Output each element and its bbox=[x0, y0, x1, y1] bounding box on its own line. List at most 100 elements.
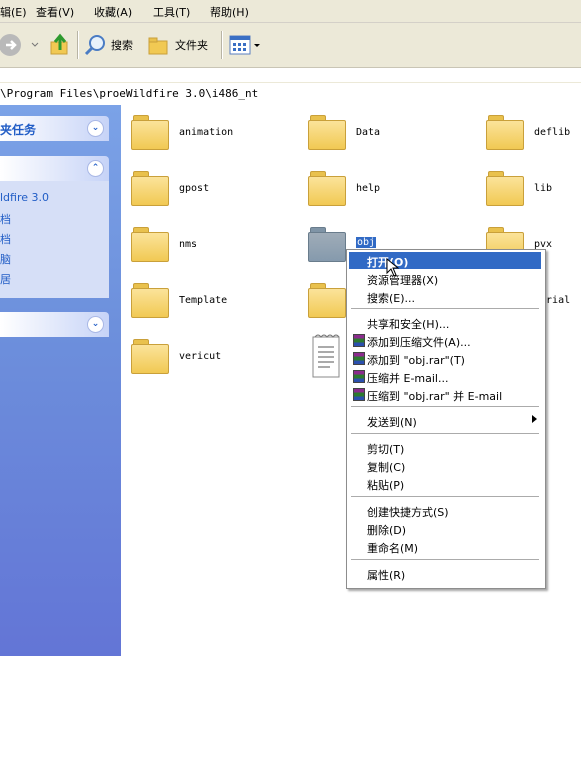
folder-icon bbox=[131, 227, 169, 262]
folder-name: help bbox=[356, 183, 381, 194]
folder-name: Data bbox=[356, 127, 381, 138]
folder-icon bbox=[131, 283, 169, 318]
place-link[interactable]: 档 bbox=[0, 231, 11, 247]
menu-item-search[interactable]: 搜索(E)... bbox=[349, 288, 541, 305]
menu-item-label: 复制(C) bbox=[367, 461, 406, 474]
menu-item-label: 共享和安全(H)... bbox=[367, 318, 450, 331]
folder-item[interactable]: gpost bbox=[131, 171, 271, 217]
menu-item-label: 资源管理器(X) bbox=[367, 274, 439, 287]
up-folder-button[interactable] bbox=[49, 31, 71, 59]
search-icon bbox=[84, 35, 105, 56]
place-link[interactable]: 居 bbox=[0, 271, 11, 287]
menu-item-label: 添加到 "obj.rar"(T) bbox=[367, 354, 465, 367]
folder-icon bbox=[131, 339, 169, 374]
folder-item[interactable]: Template bbox=[131, 283, 271, 329]
address-bar[interactable]: \Program Files\proeWildfire 3.0\i486_nt bbox=[0, 82, 581, 106]
search-label: 搜索 bbox=[111, 39, 133, 52]
menu-tools[interactable]: 工具(T) bbox=[153, 4, 190, 20]
menu-item-rename[interactable]: 重命名(M) bbox=[349, 538, 541, 555]
address-path: \Program Files\proeWildfire 3.0\i486_nt bbox=[0, 87, 259, 100]
folder-name: deflib bbox=[534, 127, 571, 138]
folder-name: Template bbox=[179, 295, 228, 306]
menu-item-add-to-obj-rar[interactable]: 添加到 "obj.rar"(T) bbox=[349, 350, 541, 367]
menu-item-copy[interactable]: 复制(C) bbox=[349, 457, 541, 474]
up-folder-icon bbox=[50, 33, 68, 55]
chevron-down-icon[interactable]: ⌄ bbox=[87, 316, 104, 333]
folder-item[interactable]: animation bbox=[131, 115, 271, 161]
folder-item[interactable]: lib bbox=[486, 171, 581, 217]
place-link[interactable]: 档 bbox=[0, 211, 11, 227]
winrar-icon bbox=[353, 334, 365, 347]
text-file-icon bbox=[312, 334, 340, 378]
file-item[interactable] bbox=[311, 333, 351, 379]
menu-item-explore[interactable]: 资源管理器(X) bbox=[349, 270, 541, 287]
menu-item-label: 发送到(N) bbox=[367, 416, 417, 429]
folder-name: nms bbox=[179, 239, 198, 250]
menu-item-compress-email[interactable]: 压缩并 E-mail... bbox=[349, 368, 541, 385]
place-link[interactable]: ldfire 3.0 bbox=[0, 191, 49, 204]
menu-item-paste[interactable]: 粘贴(P) bbox=[349, 475, 541, 492]
folder-icon bbox=[486, 171, 524, 206]
folder-name: vericut bbox=[179, 351, 222, 362]
winrar-icon bbox=[353, 388, 365, 401]
folders-button[interactable]: 文件夹 bbox=[147, 31, 208, 59]
folder-name: gpost bbox=[179, 183, 210, 194]
menu-item-label: 粘贴(P) bbox=[367, 479, 405, 492]
task-pane: 夹任务 ⌄ ⌃ ldfire 3.0 档 档 脑 居 ⌄ 三维网 3dPorta… bbox=[0, 105, 121, 758]
folder-name: lib bbox=[534, 183, 553, 194]
menu-edit[interactable]: 辑(E) bbox=[0, 4, 27, 20]
folder-item[interactable]: vericut bbox=[131, 339, 271, 385]
menu-item-delete[interactable]: 删除(D) bbox=[349, 520, 541, 537]
forward-arrow-icon bbox=[0, 34, 39, 56]
folder-item[interactable]: deflib bbox=[486, 115, 581, 161]
folder-icon bbox=[131, 171, 169, 206]
submenu-arrow-icon bbox=[532, 415, 537, 423]
folders-icon bbox=[148, 37, 168, 55]
search-button[interactable]: 搜索 bbox=[83, 31, 133, 59]
folder-icon bbox=[308, 227, 346, 262]
menu-divider bbox=[351, 308, 539, 309]
menu-favorites[interactable]: 收藏(A) bbox=[94, 4, 132, 20]
folder-icon bbox=[308, 283, 346, 318]
folder-icon bbox=[308, 171, 346, 206]
menu-item-label: 删除(D) bbox=[367, 524, 407, 537]
other-places-header[interactable]: ⌃ bbox=[0, 156, 109, 181]
views-button[interactable] bbox=[228, 31, 262, 59]
toolbar-separator bbox=[77, 31, 78, 59]
watermark-line1: 三维网 bbox=[8, 713, 86, 741]
other-places-body: ldfire 3.0 档 档 脑 居 bbox=[0, 181, 109, 298]
menu-item-label: 压缩到 "obj.rar" 并 E-mail bbox=[367, 390, 503, 403]
folder-item[interactable]: Data bbox=[308, 115, 448, 161]
menu-item-cut[interactable]: 剪切(T) bbox=[349, 439, 541, 456]
folder-item[interactable]: help bbox=[308, 171, 448, 217]
watermark-line2: 3dPortal.cn bbox=[8, 742, 100, 758]
menu-help[interactable]: 帮助(H) bbox=[210, 4, 249, 20]
menu-item-properties[interactable]: 属性(R) bbox=[349, 565, 541, 582]
menu-item-sharing[interactable]: 共享和安全(H)... bbox=[349, 314, 541, 331]
place-link[interactable]: 脑 bbox=[0, 251, 11, 267]
menu-divider bbox=[351, 496, 539, 497]
menu-item-label: 搜索(E)... bbox=[367, 292, 416, 305]
toolbar-separator bbox=[221, 31, 222, 59]
forward-button[interactable] bbox=[0, 31, 40, 59]
menu-item-label: 创建快捷方式(S) bbox=[367, 506, 449, 519]
mouse-cursor-icon bbox=[386, 258, 400, 277]
folder-item[interactable]: nms bbox=[131, 227, 271, 273]
menu-item-send-to[interactable]: 发送到(N) bbox=[349, 412, 541, 429]
menu-item-compress-obj-email[interactable]: 压缩到 "obj.rar" 并 E-mail bbox=[349, 386, 541, 403]
winrar-icon bbox=[353, 370, 365, 383]
menu-divider bbox=[351, 406, 539, 407]
menu-item-label: 添加到压缩文件(A)... bbox=[367, 336, 471, 349]
menu-item-label: 压缩并 E-mail... bbox=[367, 372, 449, 385]
menu-item-create-shortcut[interactable]: 创建快捷方式(S) bbox=[349, 502, 541, 519]
menu-view[interactable]: 查看(V) bbox=[36, 4, 74, 20]
chevron-down-icon[interactable]: ⌄ bbox=[87, 120, 104, 137]
menu-item-open[interactable]: 打开(O) bbox=[349, 252, 541, 269]
watermark: 三维网 3dPortal.cn bbox=[8, 707, 99, 758]
chevron-up-icon[interactable]: ⌃ bbox=[87, 160, 104, 177]
folder-name: animation bbox=[179, 127, 234, 138]
details-header[interactable]: ⌄ bbox=[0, 312, 109, 337]
folder-tasks-header[interactable]: 夹任务 ⌄ bbox=[0, 116, 109, 141]
folder-icon bbox=[486, 115, 524, 150]
menu-item-add-to-archive[interactable]: 添加到压缩文件(A)... bbox=[349, 332, 541, 349]
